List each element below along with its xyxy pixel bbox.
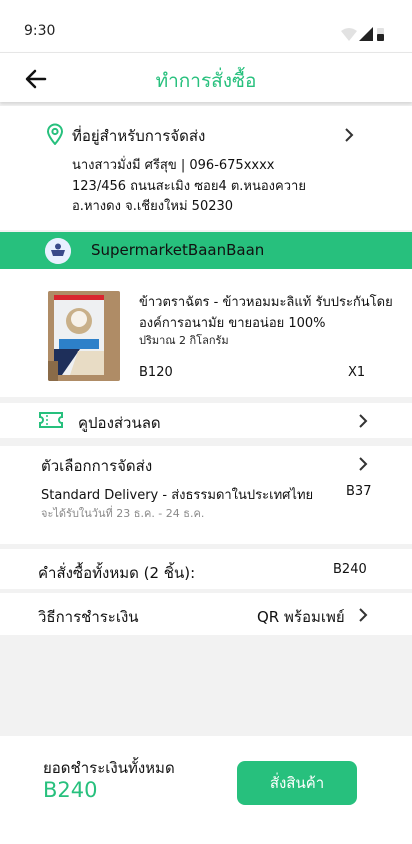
address-district: อ.หางดง จ.เชียงใหม่ 50230 <box>72 199 234 214</box>
order-total-row: คำสั่งซื้อทั้งหมด (2 ชิ้น): B240 <box>0 549 412 589</box>
product-name-line2: องค์การอนามัย ขายอน่อย 100% <box>139 316 326 331</box>
shipping-method: Standard Delivery - ส่งธรรมดาในประเทศไทย <box>41 488 314 503</box>
shipping-options-title: ตัวเลือกการจัดส่ง <box>41 457 153 475</box>
place-order-button[interactable]: สั่งสินค้า <box>237 761 357 805</box>
order-total-label: คำสั่งซื้อทั้งหมด (2 ชิ้น): <box>38 564 196 582</box>
shipping-eta: จะได้รับในวันที่ 23 ธ.ค. - 24 ธ.ค. <box>41 507 205 520</box>
location-pin-icon <box>46 123 64 145</box>
status-bar: 9:30 <box>0 0 412 52</box>
checkout-footer: ยอดชำระเงินทั้งหมด B240 สั่งสินค้า <box>0 736 412 844</box>
product-item: ข้าวตราฉัตร - ข้าวหอมมะลิแท้ รับประกันโด… <box>0 269 412 397</box>
product-quantity: X1 <box>348 365 366 380</box>
status-icons <box>341 27 384 41</box>
wifi-icon <box>341 28 357 41</box>
shop-bar: SupermarketBaanBaan <box>0 232 412 269</box>
coupon-row[interactable]: คูปองส่วนลด <box>0 403 412 438</box>
chevron-right-icon <box>359 608 368 622</box>
grand-total-value: B240 <box>43 778 98 802</box>
chevron-right-icon[interactable] <box>344 128 354 142</box>
address-street: 123/456 ถนนสะเมิง ซอย4 ต.หนองควาย <box>72 179 306 194</box>
shop-avatar-icon <box>45 238 71 264</box>
shipping-address-card[interactable]: ที่อยู่สำหรับการจัดส่ง นางสาวมั่งมี ศรีส… <box>0 106 412 230</box>
coupon-ticket-icon <box>39 412 63 428</box>
page-title: ทำการสั่งซื้อ <box>155 70 257 92</box>
signal-icon <box>359 27 373 41</box>
shop-name: SupermarketBaanBaan <box>91 241 265 259</box>
coupon-label: คูปองส่วนลด <box>78 414 161 432</box>
payment-method-value: QR พร้อมเพย์ <box>257 608 345 626</box>
status-time: 9:30 <box>24 23 56 39</box>
checkout-screen: 9:30 ทำการสั่งซื้อ ที่อยู่สำหรับการจัดส่… <box>0 0 412 844</box>
shipping-options[interactable]: ตัวเลือกการจัดส่ง Standard Delivery - ส่… <box>0 446 412 544</box>
order-total-value: B240 <box>333 562 367 577</box>
chevron-right-icon <box>359 457 368 471</box>
address-recipient: นางสาวมั่งมี ศรีสุข | 096-675xxxx <box>72 158 275 173</box>
address-title: ที่อยู่สำหรับการจัดส่ง <box>72 127 206 145</box>
product-price: B120 <box>139 365 173 380</box>
payment-method-label: วิธีการชำระเงิน <box>38 608 139 626</box>
grand-total-label: ยอดชำระเงินทั้งหมด <box>43 759 175 777</box>
product-image <box>48 291 120 381</box>
payment-method-row[interactable]: วิธีการชำระเงิน QR พร้อมเพย์ <box>0 593 412 635</box>
app-header: ทำการสั่งซื้อ <box>0 52 412 102</box>
chevron-right-icon <box>359 414 368 428</box>
shipping-price: B37 <box>346 484 372 499</box>
product-size: ปริมาณ 2 กิโลกรัม <box>139 334 229 347</box>
product-name-line1: ข้าวตราฉัตร - ข้าวหอมมะลิแท้ รับประกันโด… <box>139 295 393 310</box>
